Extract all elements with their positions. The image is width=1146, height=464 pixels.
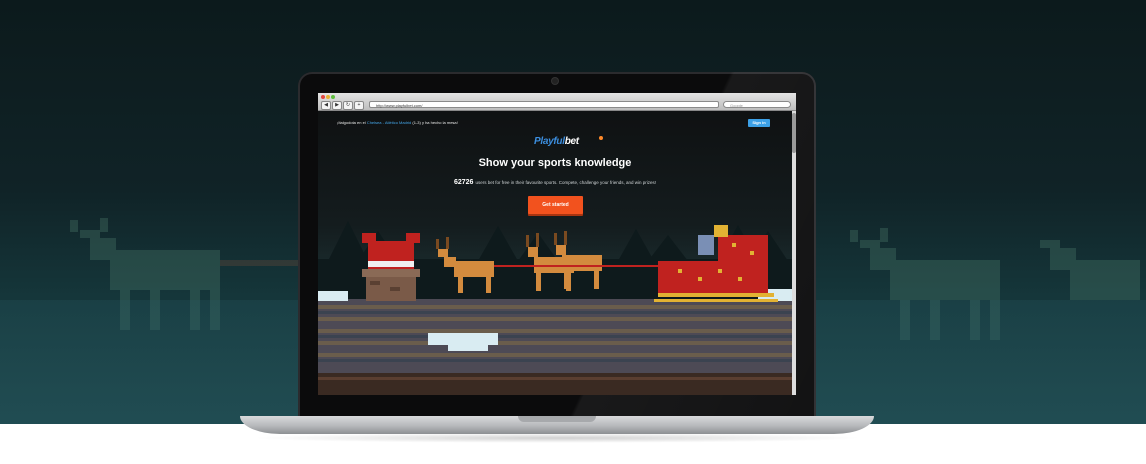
reload-button[interactable]: ↻: [343, 101, 353, 110]
logo-part-1: Playful: [534, 136, 565, 147]
christmas-scene-illustration: [318, 221, 792, 395]
search-field[interactable]: Google: [723, 101, 791, 108]
playfulbet-logo[interactable]: Playfulbet: [534, 136, 579, 147]
close-window-icon[interactable]: [321, 95, 325, 99]
hero-subtitle: 62726 users bet for free in their favouri…: [318, 179, 792, 186]
page-content: ¡Italgodota en el Chelsea - Atlético Mad…: [318, 111, 792, 395]
ticker-match-link[interactable]: Chelsea - Atlético Madrid: [367, 120, 411, 125]
new-tab-button[interactable]: +: [354, 101, 364, 110]
laptop-notch: [518, 416, 596, 422]
back-button[interactable]: ◀: [321, 101, 331, 110]
logo-part-2: bet: [564, 136, 579, 147]
laptop-screen: ◀ ▶ ↻ + http://www.playfulbet.com/ Googl…: [318, 93, 796, 395]
get-started-button[interactable]: Get started: [528, 196, 583, 214]
subtitle-text: users bet for free in their favourite sp…: [475, 180, 657, 185]
browser-toolbar: ◀ ▶ ↻ + http://www.playfulbet.com/ Googl…: [318, 93, 796, 111]
user-count: 62726: [453, 179, 474, 186]
ticker-suffix: (1-3) y ha hecho la mesa!: [412, 120, 458, 125]
address-bar[interactable]: http://www.playfulbet.com/: [369, 101, 719, 108]
ticker-prefix: ¡Italgodota en el: [337, 120, 366, 125]
laptop-shadow: [250, 433, 864, 443]
logo-dot-icon: [599, 136, 603, 140]
scrollbar-thumb[interactable]: [792, 113, 796, 153]
scrollbar[interactable]: [792, 111, 796, 395]
forward-button[interactable]: ▶: [332, 101, 342, 110]
maximize-window-icon[interactable]: [331, 95, 335, 99]
hero-headline: Show your sports knowledge: [478, 157, 632, 169]
camera: [552, 78, 558, 84]
sign-in-button[interactable]: Sign in: [748, 119, 770, 127]
laptop-base: [240, 416, 874, 434]
minimize-window-icon[interactable]: [326, 95, 330, 99]
live-ticker: ¡Italgodota en el Chelsea - Atlético Mad…: [337, 120, 458, 125]
